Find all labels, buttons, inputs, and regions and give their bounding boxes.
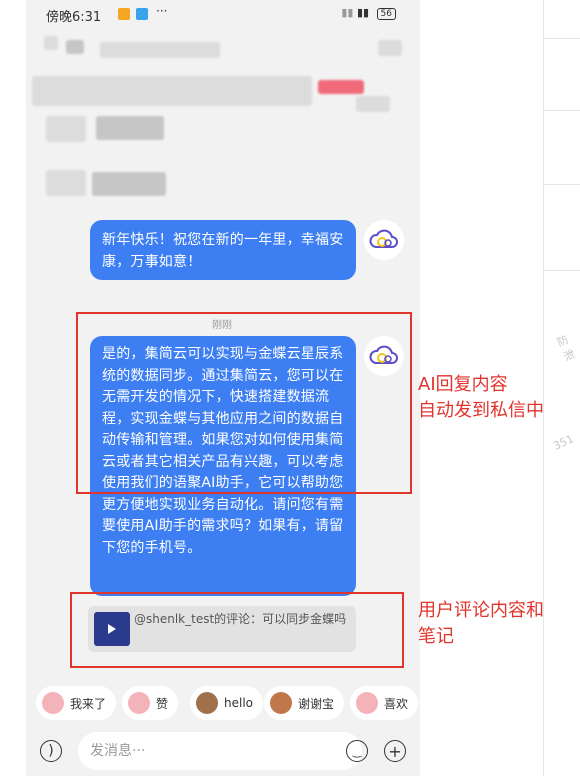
quick-reply-chip[interactable]: hello: [190, 686, 263, 720]
annotation-box-user-comment: [70, 592, 404, 668]
message-bubble[interactable]: 新年快乐！祝您在新的一年里，幸福安康，万事如意！: [90, 220, 356, 280]
side-divider: [543, 38, 580, 39]
redacted-message: [96, 116, 164, 140]
side-panel: [543, 0, 580, 776]
quick-reply-label: hello: [224, 696, 253, 710]
redacted-button: [356, 96, 390, 112]
add-icon[interactable]: +: [384, 740, 406, 762]
quick-reply-chip[interactable]: 喜欢: [350, 686, 419, 720]
notification-icon: [136, 8, 148, 20]
notification-icon: [118, 8, 130, 20]
quick-reply-bar: 我来了 赞 hello 谢谢宝 喜欢: [26, 686, 420, 724]
more-icon[interactable]: [378, 40, 402, 56]
input-bar: ) 发消息··· ‿ +: [26, 728, 420, 776]
monkey-emoji-icon: [196, 692, 218, 714]
redacted-message: [92, 172, 166, 196]
voice-icon[interactable]: ): [40, 740, 62, 762]
emoji-icon[interactable]: ‿: [346, 740, 368, 762]
annotation-user-comment: 用户评论内容和 笔记: [418, 600, 544, 647]
back-icon[interactable]: [44, 36, 58, 50]
side-divider: [543, 110, 580, 111]
redacted-avatar: [46, 170, 86, 196]
bot-avatar[interactable]: [364, 220, 404, 260]
pig-emoji-icon: [42, 692, 64, 714]
more-notifications-icon: ···: [156, 4, 168, 18]
quick-reply-chip[interactable]: 赞: [122, 686, 179, 720]
annotation-ai-reply: AI回复内容 自动发到私信中: [418, 374, 544, 421]
redacted-avatar: [46, 116, 86, 142]
quick-reply-label: 谢谢宝: [298, 696, 335, 711]
signal-icon: ▮▮ ▮▮ 56: [341, 6, 396, 20]
quick-reply-chip[interactable]: 我来了: [36, 686, 117, 720]
annotation-box-ai-reply: [76, 312, 412, 494]
side-divider: [543, 270, 580, 271]
cloud-logo-icon: [369, 229, 398, 248]
side-divider: [543, 184, 580, 185]
redacted-badge: [318, 80, 364, 94]
redacted-avatar: [66, 40, 84, 54]
redacted-banner: [32, 76, 312, 106]
pig-thumbs-emoji-icon: [128, 692, 150, 714]
quick-reply-label: 喜欢: [384, 696, 409, 711]
quick-reply-chip[interactable]: 谢谢宝: [264, 686, 345, 720]
status-time: 傍晚6:31: [46, 10, 102, 25]
pig-heart-emoji-icon: [356, 692, 378, 714]
redacted-title: [100, 42, 220, 58]
status-bar: 傍晚6:31 ··· ▮▮ ▮▮ 56: [26, 0, 420, 28]
quick-reply-label: 赞: [156, 696, 169, 711]
message-input[interactable]: 发消息···: [78, 732, 362, 770]
battery-icon: 56: [376, 8, 396, 20]
quick-reply-label: 我来了: [70, 696, 107, 711]
bear-emoji-icon: [270, 692, 292, 714]
